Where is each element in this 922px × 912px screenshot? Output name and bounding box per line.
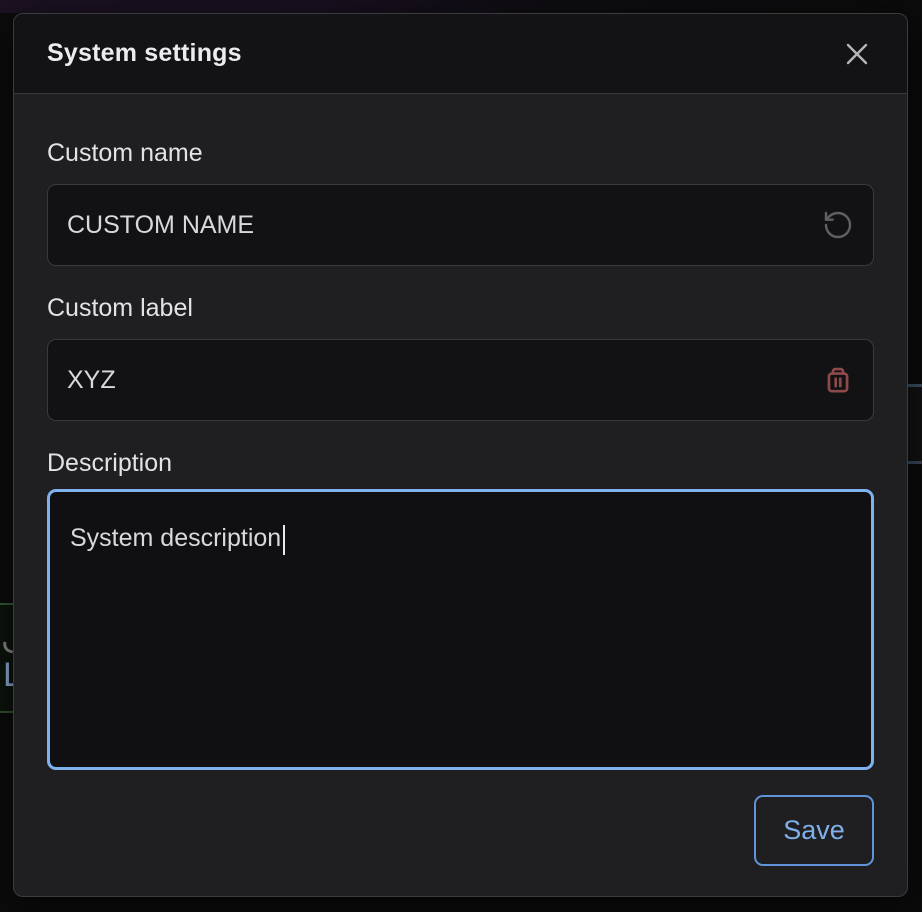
custom-name-input[interactable] (47, 184, 874, 266)
dialog-title: System settings (47, 39, 242, 68)
system-settings-dialog: System settings Custom name Custo (13, 13, 908, 897)
close-icon (843, 40, 871, 68)
description-textarea[interactable]: System description (47, 489, 874, 770)
delete-custom-label-button[interactable] (816, 358, 860, 402)
custom-name-label: Custom name (47, 138, 874, 169)
description-label: Description (47, 448, 874, 479)
close-button[interactable] (837, 34, 877, 74)
dialog-header: System settings (14, 14, 907, 94)
page-background-right (908, 0, 922, 912)
custom-label-label: Custom label (47, 293, 874, 324)
custom-name-field-wrap (47, 184, 874, 266)
background-code-panel: L (0, 603, 14, 713)
background-divider (908, 384, 922, 387)
reset-custom-name-button[interactable] (816, 203, 860, 247)
dialog-footer: Save (47, 770, 874, 866)
custom-label-input[interactable] (47, 339, 874, 421)
trash-icon (822, 364, 854, 396)
save-button[interactable]: Save (754, 795, 874, 866)
background-divider (908, 461, 922, 464)
custom-label-field-wrap (47, 339, 874, 421)
background-panel-edge (908, 387, 922, 461)
text-caret (283, 525, 285, 555)
page-background-top (0, 0, 922, 13)
dialog-body: Custom name Custom label (14, 94, 907, 896)
description-text: System description (70, 524, 281, 552)
undo-icon (822, 209, 854, 241)
